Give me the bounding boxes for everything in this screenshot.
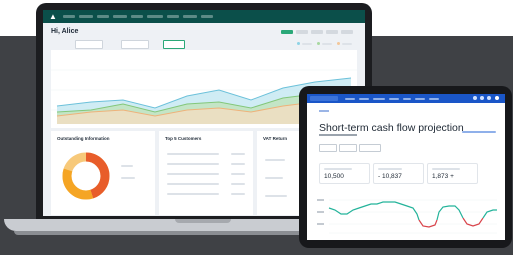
table-row[interactable] [167, 183, 219, 185]
donut-chart [62, 152, 110, 200]
nav-item[interactable] [359, 98, 369, 100]
legend-label [342, 43, 352, 45]
greeting-heading: Hi, Alice [51, 28, 79, 35]
nav-item[interactable] [201, 15, 213, 18]
account-select[interactable] [319, 144, 337, 152]
card-title: Outstanding Information [57, 136, 110, 141]
row-value [231, 163, 245, 165]
header-link[interactable] [462, 131, 496, 133]
nav-item[interactable] [113, 15, 127, 18]
page-subtitle [319, 134, 357, 136]
card-value: - 10,837 [378, 173, 402, 180]
y-tick [317, 199, 324, 201]
page-title: Short-term cash flow projection [319, 122, 464, 134]
nav-item[interactable] [429, 98, 439, 100]
card-label [324, 168, 352, 170]
org-switcher[interactable] [310, 96, 338, 101]
date-from-field[interactable] [75, 40, 103, 49]
nav-item[interactable] [389, 98, 399, 100]
nav-item[interactable] [345, 98, 355, 100]
nav-item[interactable] [167, 15, 179, 18]
top-navigation-bar: ▲ [43, 10, 365, 23]
card-label [378, 168, 402, 170]
outstanding-info-card: Outstanding Information [51, 131, 155, 215]
help-icon[interactable] [487, 96, 491, 100]
card-title: Top 5 Customers [165, 136, 202, 141]
table-row[interactable] [167, 163, 219, 165]
app-logo-icon[interactable]: ▲ [49, 12, 57, 21]
nav-item[interactable] [97, 15, 109, 18]
filter-label [53, 40, 57, 47]
y-tick [317, 223, 324, 225]
nav-item[interactable] [183, 15, 197, 18]
add-icon[interactable] [473, 96, 477, 100]
search-icon[interactable] [480, 96, 484, 100]
nav-item[interactable] [131, 15, 143, 18]
tab[interactable] [341, 30, 353, 34]
tab[interactable] [326, 30, 338, 34]
donut-legend-item [121, 165, 133, 167]
calendar-icon[interactable] [107, 40, 112, 47]
nav-item[interactable] [373, 98, 385, 100]
tab-active[interactable] [281, 30, 293, 34]
legend-label [302, 43, 312, 45]
nav-item[interactable] [79, 15, 93, 18]
tab[interactable] [296, 30, 308, 34]
nav-item[interactable] [403, 98, 411, 100]
table-row[interactable] [167, 193, 219, 195]
legend-dot [317, 42, 320, 45]
row-value [231, 153, 245, 155]
positive-line [328, 201, 420, 221]
negative-line [462, 217, 484, 227]
legend-label [322, 43, 332, 45]
positive-line [482, 209, 497, 219]
cash-flow-line-chart [317, 199, 497, 234]
nav-item[interactable] [63, 15, 75, 18]
top-customers-card: Top 5 Customers [159, 131, 253, 215]
tablet-top-navigation [307, 94, 505, 103]
summary-card-out: - 10,837 [373, 163, 424, 184]
avatar[interactable] [495, 96, 499, 100]
y-tick [317, 211, 324, 213]
legend-dot [297, 42, 300, 45]
donut-legend-item [121, 177, 135, 179]
apply-button[interactable] [163, 40, 185, 49]
card-title: VAT Return [263, 136, 288, 141]
vat-row [265, 177, 283, 179]
negative-line [418, 219, 438, 228]
card-label [432, 168, 460, 170]
row-value [231, 193, 245, 195]
date-to-field[interactable] [121, 40, 149, 49]
currency-select[interactable] [339, 144, 357, 152]
table-row[interactable] [167, 173, 219, 175]
vat-row [265, 195, 287, 197]
vat-row [265, 159, 285, 161]
card-value: 10,500 [324, 173, 344, 180]
legend-dot [337, 42, 340, 45]
nav-item[interactable] [415, 98, 425, 100]
row-value [231, 173, 245, 175]
period-select[interactable] [359, 144, 381, 152]
table-row[interactable] [167, 153, 219, 155]
nav-item[interactable] [147, 15, 163, 18]
positive-line [436, 205, 464, 221]
calendar-icon[interactable] [152, 40, 157, 47]
summary-card-balance: 10,500 [319, 163, 370, 184]
summary-card-projected: 1,873 + [427, 163, 478, 184]
breadcrumb[interactable] [319, 110, 329, 112]
tab[interactable] [311, 30, 323, 34]
row-value [231, 183, 245, 185]
card-value: 1,873 + [432, 173, 454, 180]
tablet-screen: Short-term cash flow projection 10,500 -… [307, 94, 505, 240]
laptop-notch [175, 219, 231, 223]
